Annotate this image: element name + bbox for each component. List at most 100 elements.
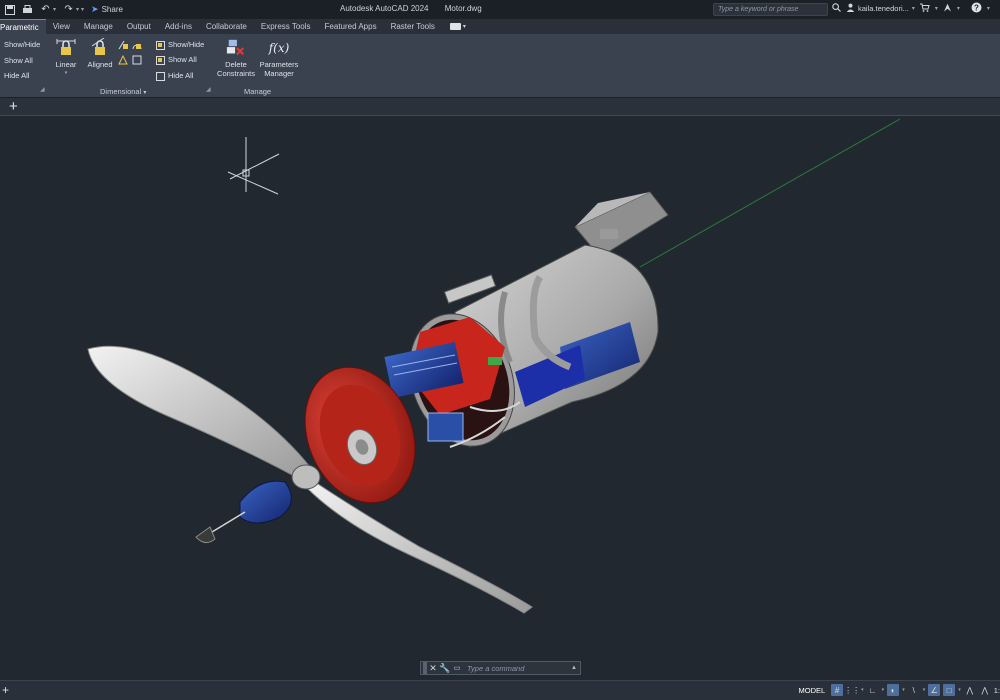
geometric-panel-launcher-icon[interactable]: ◢ — [40, 86, 45, 98]
tab-collaborate[interactable]: Collaborate — [199, 19, 254, 34]
object-snap-dropdown-icon[interactable]: ▾ — [958, 687, 961, 693]
linear-button[interactable]: Linear ▾ — [53, 38, 79, 78]
drawing-viewport[interactable] — [0, 117, 1000, 678]
dimensional-show-hide-label: Show/Hide — [168, 40, 205, 49]
convert-constraint-icon[interactable] — [118, 54, 144, 67]
geometric-show-hide-label: Show/Hide — [4, 40, 41, 49]
polar-tracking-icon[interactable]: ◐ — [887, 684, 900, 696]
print-icon[interactable] — [22, 4, 33, 15]
user-dropdown-icon: ▾ — [911, 6, 915, 12]
new-layout-button[interactable]: + — [2, 683, 9, 697]
shaft-line — [211, 511, 246, 533]
new-tab-button[interactable]: + — [9, 98, 18, 115]
angular-constraint-icon[interactable] — [118, 40, 144, 52]
ribbon-panel: Show/Hide Show All Hide All ◢ Linear ▾ A… — [0, 34, 1000, 98]
help-dropdown-icon[interactable]: ▾ — [987, 5, 990, 12]
status-bar-tools: MODEL # ⋮⋮ ▾ ∟ ▾ ◐ ▾ \ ▾ ∠ □ ▾ ⋀ ⋀ 1: — [795, 684, 1000, 696]
dimensional-show-hide-button[interactable]: Show/Hide — [156, 40, 204, 50]
shaft-tip — [195, 526, 216, 543]
geometric-show-all-label: Show All — [4, 56, 33, 65]
tab-raster-tools[interactable]: Raster Tools — [384, 19, 442, 34]
cart-icon[interactable] — [919, 3, 930, 14]
command-input[interactable]: Type a command — [467, 664, 571, 673]
object-snap-icon[interactable]: □ — [943, 684, 956, 696]
y-axis-line — [639, 118, 901, 268]
tab-parametric[interactable]: Parametric — [0, 19, 46, 34]
help-icon[interactable]: ? — [971, 2, 982, 15]
window-title: Autodesk AutoCAD 2024 Motor.dwg — [340, 4, 496, 13]
linear-lock-icon — [56, 38, 76, 58]
dimensional-panel-launcher-icon[interactable]: ◢ — [206, 86, 211, 98]
annotation-scale-label[interactable]: 1: — [994, 686, 1000, 695]
ribbon-display-toggle[interactable]: ▾ — [442, 19, 466, 34]
svg-text:?: ? — [974, 3, 979, 12]
search-icon[interactable] — [832, 3, 841, 14]
aligned-lock-icon — [90, 38, 110, 58]
tab-output[interactable]: Output — [120, 19, 158, 34]
crosshair-cursor — [227, 137, 280, 195]
grid-icon[interactable]: # — [831, 684, 844, 696]
customize-qat-icon[interactable]: ▾ — [81, 6, 84, 13]
model-space-button[interactable]: MODEL — [795, 685, 828, 696]
user-icon — [846, 3, 855, 14]
parameters-manager-button[interactable]: f(x) Parameters Manager — [257, 38, 301, 79]
tab-express-tools[interactable]: Express Tools — [254, 19, 318, 34]
polar-dropdown-icon[interactable]: ▾ — [902, 687, 905, 693]
close-icon[interactable]: ✕ — [427, 663, 439, 674]
annotation-visibility-icon[interactable]: ⋀ — [964, 684, 976, 696]
redo-icon[interactable]: ↷ — [63, 4, 74, 15]
parameters-manager-label-2: Manager — [264, 69, 294, 78]
autoscale-icon[interactable]: ⋀ — [979, 684, 991, 696]
isometric-icon[interactable]: \ — [908, 684, 920, 696]
save-icon[interactable] — [4, 4, 15, 15]
snap-icon[interactable]: ⋮⋮ — [844, 684, 860, 696]
panel-toggle-icon — [449, 23, 461, 30]
dimensional-panel-label[interactable]: Dimensional ▾ — [100, 87, 146, 96]
parameters-manager-label-1: Parameters — [259, 60, 299, 69]
object-snap-tracking-icon[interactable]: ∠ — [928, 684, 941, 696]
model-canvas — [87, 118, 901, 614]
show-hide-icon — [156, 40, 165, 50]
customize-wrench-icon[interactable]: 🔧 — [439, 663, 451, 674]
app-dropdown-icon[interactable]: ▾ — [957, 5, 960, 12]
dimensional-show-all-button[interactable]: Show All — [156, 55, 197, 65]
user-account-button[interactable]: kaila.tenedori... ▾ — [846, 3, 915, 14]
snap-dropdown-icon[interactable]: ▾ — [861, 687, 864, 693]
geometric-show-all-button[interactable]: Show All — [4, 56, 33, 65]
ortho-icon[interactable]: ∟ — [867, 684, 879, 696]
tab-featured-apps[interactable]: Featured Apps — [318, 19, 384, 34]
tab-add-ins[interactable]: Add-ins — [158, 19, 199, 34]
command-history-icon[interactable]: ▲ — [571, 665, 577, 671]
dimensional-hide-all-button[interactable]: Hide All — [156, 71, 193, 81]
share-button[interactable]: ➤ Share — [91, 4, 123, 15]
geometric-hide-all-button[interactable]: Hide All — [4, 71, 29, 80]
autodesk-app-icon[interactable] — [943, 3, 952, 14]
share-icon: ➤ — [91, 4, 99, 14]
delete-constraints-icon — [226, 38, 246, 58]
manage-panel-label: Manage — [244, 87, 272, 96]
top-right-controls: kaila.tenedori... ▾ ▾ ▾ ? ▾ — [832, 2, 990, 15]
delete-constraints-label-1: Delete — [225, 60, 247, 69]
command-prompt-icon[interactable]: ▭ — [451, 664, 463, 672]
redo-dropdown-icon[interactable]: ▾ — [76, 6, 79, 13]
cart-dropdown-icon[interactable]: ▾ — [935, 5, 938, 12]
user-name: kaila.tenedori... — [858, 4, 909, 13]
quick-access-toolbar: ↶ ▾ ↷ ▾ ▾ ➤ Share — [0, 0, 123, 19]
ribbon-tab-bar: Parametric View Manage Output Add-ins Co… — [0, 19, 1000, 34]
isometric-dropdown-icon[interactable]: ▾ — [923, 687, 926, 693]
file-name: Motor.dwg — [444, 4, 482, 13]
delete-constraints-button[interactable]: Delete Constraints — [215, 38, 257, 78]
search-input[interactable]: Type a keyword or phrase — [713, 3, 828, 16]
geometric-hide-all-label: Hide All — [4, 71, 30, 80]
tab-manage[interactable]: Manage — [77, 19, 120, 34]
linear-label: Linear — [55, 60, 77, 69]
geometric-show-hide-button[interactable]: Show/Hide — [4, 40, 40, 49]
undo-icon[interactable]: ↶ — [40, 4, 51, 15]
aligned-label: Aligned — [87, 60, 113, 69]
aligned-button[interactable]: Aligned — [84, 38, 116, 69]
tab-view[interactable]: View — [46, 19, 77, 34]
function-icon: f(x) — [269, 38, 290, 58]
undo-dropdown-icon[interactable]: ▾ — [53, 6, 56, 13]
ortho-dropdown-icon[interactable]: ▾ — [882, 687, 885, 693]
app-title: Autodesk AutoCAD 2024 — [340, 4, 429, 13]
